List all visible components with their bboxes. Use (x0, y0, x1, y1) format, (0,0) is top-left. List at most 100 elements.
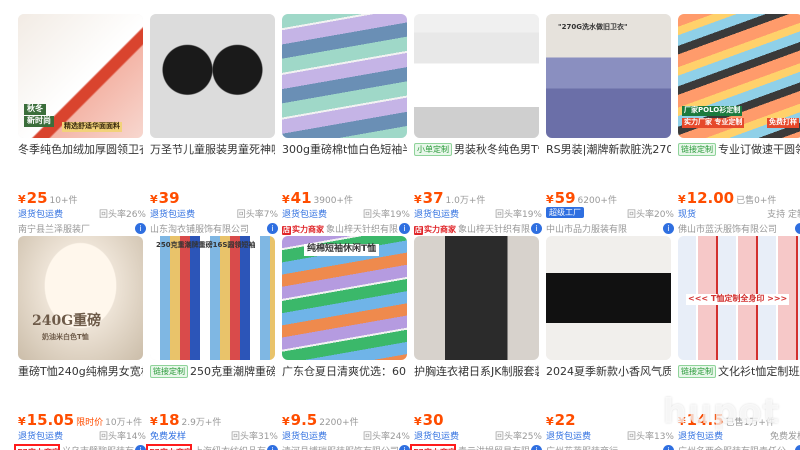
return-rate: 回头率20% (626, 210, 674, 220)
shop-row[interactable]: 南宁县兰泽服装厂 i (18, 222, 146, 236)
strength-merchant-badge: 店实力商家 (282, 224, 324, 235)
product-image[interactable]: 厂家POLO衫定制 实力厂家 专业定制 免费打样 (678, 14, 800, 138)
price-row: ¥59 6200+件 (546, 188, 676, 207)
product-image[interactable]: <<< T恤定制全身印 >>> (678, 236, 800, 360)
shop-name[interactable]: 象山梓天针织有限 (326, 225, 398, 235)
strength-label: 实力商家 (424, 225, 456, 234)
info-icon[interactable]: i (399, 445, 410, 450)
shop-row[interactable]: 广州花蓓服装商行i (546, 444, 674, 450)
sales-count: 已售0+件 (736, 196, 777, 206)
product-title[interactable]: 链接定制文化衫t恤定制班服 (678, 365, 800, 379)
product-image[interactable]: 250克重潮牌重磅16S圆领短袖 (150, 236, 275, 360)
price-value: 41 (290, 189, 312, 207)
return-rate: 回头率25% (494, 432, 542, 442)
info-icon[interactable]: i (135, 445, 146, 450)
strength-merchant-badge: 店实力商家 (414, 224, 456, 235)
currency-symbol: ¥ (282, 193, 290, 206)
return-rate: 回头率19% (362, 210, 410, 220)
shop-name[interactable]: 山东淘衣铺服饰有限公司 (150, 225, 249, 235)
product-title[interactable]: 链接定制250克重潮牌重磅圆 (150, 365, 275, 379)
sales-count: 10万+件 (105, 418, 143, 428)
info-icon[interactable]: i (663, 445, 674, 450)
shop-name[interactable]: 南宁县兰泽服装厂 (18, 225, 90, 235)
product-image[interactable] (546, 236, 671, 360)
image-caption: 240G重磅 (32, 313, 102, 329)
info-icon[interactable]: i (267, 223, 278, 234)
price-value: 18 (158, 411, 180, 429)
image-caption: 精选舒适华面面料 (62, 122, 122, 132)
currency-symbol: ¥ (150, 415, 158, 428)
shop-row[interactable]: 广州名西会服装有限责任公i (678, 444, 800, 450)
product-title[interactable]: 万圣节儿童服装男童死神吸 (150, 143, 275, 157)
product-title[interactable]: 重磅T恤240g纯棉男女宽松 (18, 365, 143, 379)
product-image[interactable]: 秋冬 新时尚 精选舒适华面面料 (18, 14, 143, 138)
price-value: 9.5 (290, 411, 318, 429)
price-value: 22 (554, 411, 576, 429)
product-title[interactable]: 冬季纯色加绒加厚圆领卫衣 (18, 143, 143, 157)
product-image[interactable] (282, 14, 407, 138)
info-icon[interactable]: i (267, 445, 278, 450)
delivery-info: 退货包运费 (282, 210, 328, 220)
shop-row[interactable]: 店实力商家 象山梓天针织有限 i (414, 222, 542, 236)
info-icon[interactable]: i (399, 223, 410, 234)
product-image-art (546, 14, 671, 138)
info-icon[interactable]: i (135, 223, 146, 234)
product-image-art (546, 236, 671, 360)
product-price: ¥30 (414, 411, 444, 429)
product-price: ¥12.00 (678, 189, 734, 207)
shop-row[interactable]: 店实力商家 象山梓天针织有限 i (282, 222, 410, 236)
sales-count: 2.9万+件 (181, 418, 222, 428)
product-image[interactable] (150, 14, 275, 138)
meta-row: 退货包运费 回头率19% (414, 207, 542, 220)
shop-row[interactable]: 山东淘衣铺服饰有限公司 i (150, 222, 278, 236)
shop-name[interactable]: 象山梓天针织有限 (458, 225, 530, 235)
product-title[interactable]: 护胸连衣裙日系JK制服套装 (414, 365, 539, 379)
shop-row[interactable]: 佛山市蓝沃服饰有限公司 i (678, 222, 800, 236)
product-image-art (414, 14, 539, 138)
merchant-icon: 店 (414, 226, 423, 235)
info-icon[interactable]: i (795, 445, 800, 450)
product-image[interactable]: 纯棉短袖休闲T恤 (282, 236, 407, 360)
info-icon[interactable]: i (795, 223, 800, 234)
product-image[interactable] (414, 236, 539, 360)
shop-row[interactable]: 清河县博瑞服装服饰有限公司i (282, 444, 410, 450)
price-row: ¥30 (414, 410, 544, 429)
product-image-art (282, 14, 407, 138)
return-rate: 回头率31% (230, 432, 278, 442)
product-title[interactable]: 2024夏季新款小香风气质收 (546, 365, 671, 379)
currency-symbol: ¥ (150, 193, 158, 206)
product-image[interactable]: "270G洗水做旧卫衣" (546, 14, 671, 138)
meta-row: 退货包运费 回头率14% (18, 429, 146, 442)
product-title[interactable]: 链接定制专业订做速干圆领T (678, 143, 800, 157)
return-rate: 回头率26% (98, 210, 146, 220)
meta-row: 现货 支持 定制 (678, 207, 800, 220)
price-row: ¥12.00 已售0+件 (678, 188, 800, 207)
shop-row[interactable]: 中山市品力服装有限 i (546, 222, 674, 236)
product-price: ¥18 (150, 411, 180, 429)
return-rate: 回头率19% (494, 210, 542, 220)
sales-count: 10+件 (49, 196, 78, 206)
product-title[interactable]: 广东仓夏日清爽优选：601 (282, 365, 407, 379)
custom-tag: 链接定制 (150, 365, 188, 378)
product-title[interactable]: RS男装|潮牌新款脏洗270G (546, 143, 671, 157)
product-image[interactable] (414, 14, 539, 138)
info-icon[interactable]: i (663, 223, 674, 234)
product-price: ¥41 (282, 189, 312, 207)
image-caption: 250克重潮牌重磅16S圆领短袖 (156, 241, 256, 249)
meta-row: 退货包运费 回头率25% (414, 429, 542, 442)
shop-name[interactable]: 佛山市蓝沃服饰有限公司 (678, 225, 777, 235)
meta-row: 超级工厂 回头率20% (546, 207, 674, 220)
delivery-info: 退货包运费 (18, 432, 64, 442)
info-icon[interactable]: i (531, 223, 542, 234)
product-image[interactable]: 240G重磅 奶油米白色T恤 (18, 236, 143, 360)
shop-name[interactable]: 中山市品力服装有限 (546, 225, 627, 235)
product-grid: 秋冬 新时尚 精选舒适华面面料 冬季纯色加绒加厚圆领卫衣 ¥25 10+件 退货包运费 回头率… (0, 0, 800, 450)
price-value: 59 (554, 189, 576, 207)
sales-count: 1.0万+件 (445, 196, 486, 206)
product-title[interactable]: 小单定制男装秋冬纯色男T恤 (414, 143, 539, 157)
product-title-text: 广东仓夏日清爽优选：601 (282, 365, 407, 378)
product-title[interactable]: 300g重磅棉t恤白色短袖半 (282, 143, 407, 157)
currency-symbol: ¥ (282, 415, 290, 428)
info-icon[interactable]: i (531, 445, 542, 450)
price-value: 15.05 (26, 411, 75, 429)
